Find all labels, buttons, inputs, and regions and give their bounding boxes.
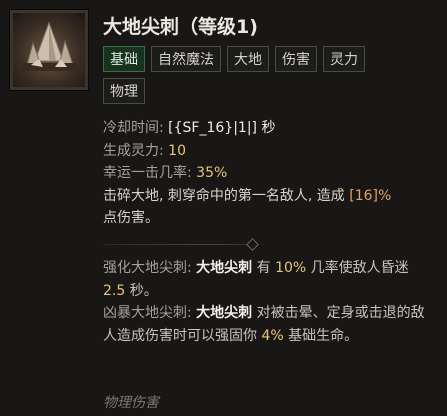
enchant-fierce-text2: 基础生命。 [288,327,359,344]
enchant-enhanced-text1: 有 [256,260,271,276]
enchant-fierce-skill: 大地尖刺 [196,305,253,321]
description-text: 击碎大地, 刺穿命中的第一名敌人, 造成 [103,187,345,204]
enchant-enhanced: 强化大地尖刺: 大地尖刺 有 10% 几率使敌人昏迷 2.5 秒。 [103,257,433,302]
cooldown-value: [{SF_16}|1|] [168,120,258,136]
description-line-2: 点伤害。 [103,207,438,230]
enchant-enhanced-label: 强化大地尖刺: [103,260,192,276]
tag-damage: 伤害 [275,46,317,72]
enchant-enhanced-text2: 几率使敌人昏迷 [310,260,409,276]
enchant-enhanced-skill: 大地尖刺 [196,260,253,276]
stun-duration: 2.5 [103,282,126,299]
tag-spirit: 灵力 [323,46,365,72]
cooldown-label: 冷却时间: [103,120,164,136]
description-text-end: 点伤害。 [103,210,159,226]
tag-earth: 大地 [227,46,269,72]
spirit-value: 10 [168,142,186,159]
lucky-hit-label: 幸运一击几率: [103,165,192,181]
spirit-label: 生成灵力: [103,142,164,159]
stun-chance: 10% [275,260,307,276]
tag-physical: 物理 [103,78,145,104]
enchant-enhanced-text3: 秒。 [129,282,158,299]
skill-tooltip: 大地尖刺（等级1) 基础 自然魔法 大地 伤害 灵力 物理 冷却时间: [{SF… [0,0,447,416]
cooldown-line: 冷却时间: [{SF_16}|1|] 秒 [103,117,438,140]
skill-title: 大地尖刺（等级1) [103,16,258,38]
damage-type-footer: 物理伤害 [103,395,159,411]
tag-basic: 基础 [103,46,145,72]
spirit-line: 生成灵力: 10 [103,140,438,163]
tag-nature-magic: 自然魔法 [151,46,221,72]
description-line-1: 击碎大地, 刺穿命中的第一名敌人, 造成 [16]% [103,185,438,208]
enchant-fierce-label: 凶暴大地尖刺: [103,305,192,321]
stats-block: 冷却时间: [{SF_16}|1|] 秒 生成灵力: 10 幸运一击几率: 35… [103,117,438,230]
lucky-hit-value: 35% [196,165,228,181]
tag-list: 基础 自然魔法 大地 伤害 灵力 物理 [103,46,403,104]
lucky-hit-line: 幸运一击几率: 35% [103,162,438,185]
fortify-percent: 4% [261,327,284,344]
earthspike-icon [9,9,89,91]
enchantments: 强化大地尖刺: 大地尖刺 有 10% 几率使敌人昏迷 2.5 秒。 凶暴大地尖刺… [103,257,433,347]
enchant-fierce: 凶暴大地尖刺: 大地尖刺 对被击晕、定身或击退的敌人造成伤害时可以强固你 4% … [103,302,433,347]
divider [103,244,258,245]
cooldown-unit: 秒 [261,120,276,136]
damage-value: [16]% [349,187,392,204]
divider-diamond-icon [246,238,259,251]
